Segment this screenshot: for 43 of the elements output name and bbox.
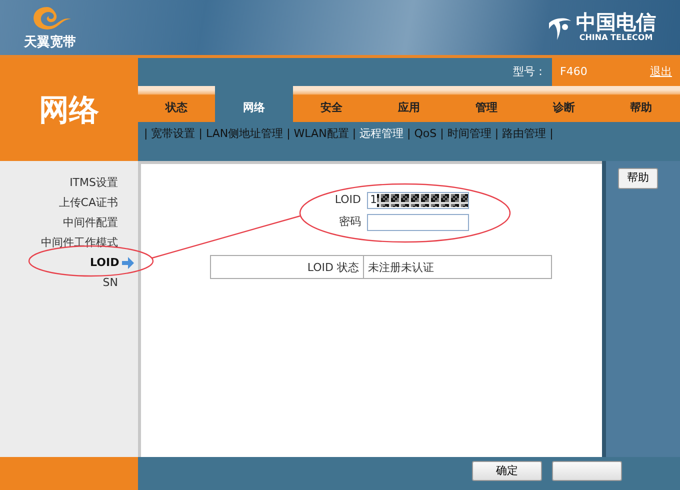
- brand-name: 天翼宽带: [24, 34, 76, 52]
- subnav-link[interactable]: 远程管理: [360, 127, 404, 140]
- sidebar-item[interactable]: LOID: [90, 253, 134, 273]
- logo-subtitle: CHINA TELECOM: [578, 32, 654, 44]
- separator: |: [198, 127, 202, 140]
- separator: |: [440, 127, 444, 140]
- separator: |: [286, 127, 290, 140]
- logo-text: 中国电信: [576, 12, 656, 32]
- button[interactable]: [552, 461, 622, 481]
- field-label: 密码: [338, 214, 361, 230]
- nav-tab[interactable]: 诊断: [525, 86, 603, 122]
- separator: |: [144, 127, 148, 140]
- confirm-button[interactable]: 确定: [472, 461, 542, 481]
- separator: |: [494, 127, 499, 140]
- subnav-link[interactable]: 宽带设置: [151, 127, 196, 140]
- separator: |: [352, 127, 356, 140]
- sidebar-item[interactable]: 上传CA证书: [58, 193, 118, 213]
- subnav-link[interactable]: 路由管理: [502, 127, 546, 140]
- model-label: 型号：: [513, 64, 547, 80]
- nav-tab[interactable]: 应用: [370, 86, 448, 122]
- sidebar-item[interactable]: ITMS设置: [70, 173, 118, 193]
- input-field[interactable]: [367, 214, 469, 230]
- separator: |: [550, 127, 554, 140]
- subnav-link[interactable]: LAN侧地址管理: [206, 127, 284, 140]
- status-value: 未注册未认证: [367, 260, 435, 276]
- input-field[interactable]: 1: [367, 192, 469, 208]
- model-value: F460: [560, 64, 588, 80]
- sidebar-item[interactable]: SN: [102, 273, 118, 293]
- subnav-link[interactable]: QoS: [414, 127, 437, 140]
- separator: |: [407, 127, 411, 140]
- status-label: LOID 状态: [211, 256, 364, 278]
- nav-tab[interactable]: 状态: [138, 86, 216, 122]
- arrow-icon: [122, 257, 134, 269]
- help-button[interactable]: 帮助: [618, 168, 658, 188]
- nav-tab[interactable]: 安全: [292, 86, 370, 122]
- subnav-link[interactable]: WLAN配置: [294, 127, 349, 140]
- field-value: 1: [370, 192, 377, 208]
- field-label: LOID: [334, 192, 361, 208]
- nav-tab[interactable]: 帮助: [602, 86, 680, 122]
- sidebar-item[interactable]: 中间件配置: [63, 213, 118, 233]
- section-title: 网络: [0, 58, 138, 161]
- subnav-link[interactable]: 时间管理: [447, 127, 492, 140]
- nav-tab[interactable]: 管理: [448, 86, 526, 122]
